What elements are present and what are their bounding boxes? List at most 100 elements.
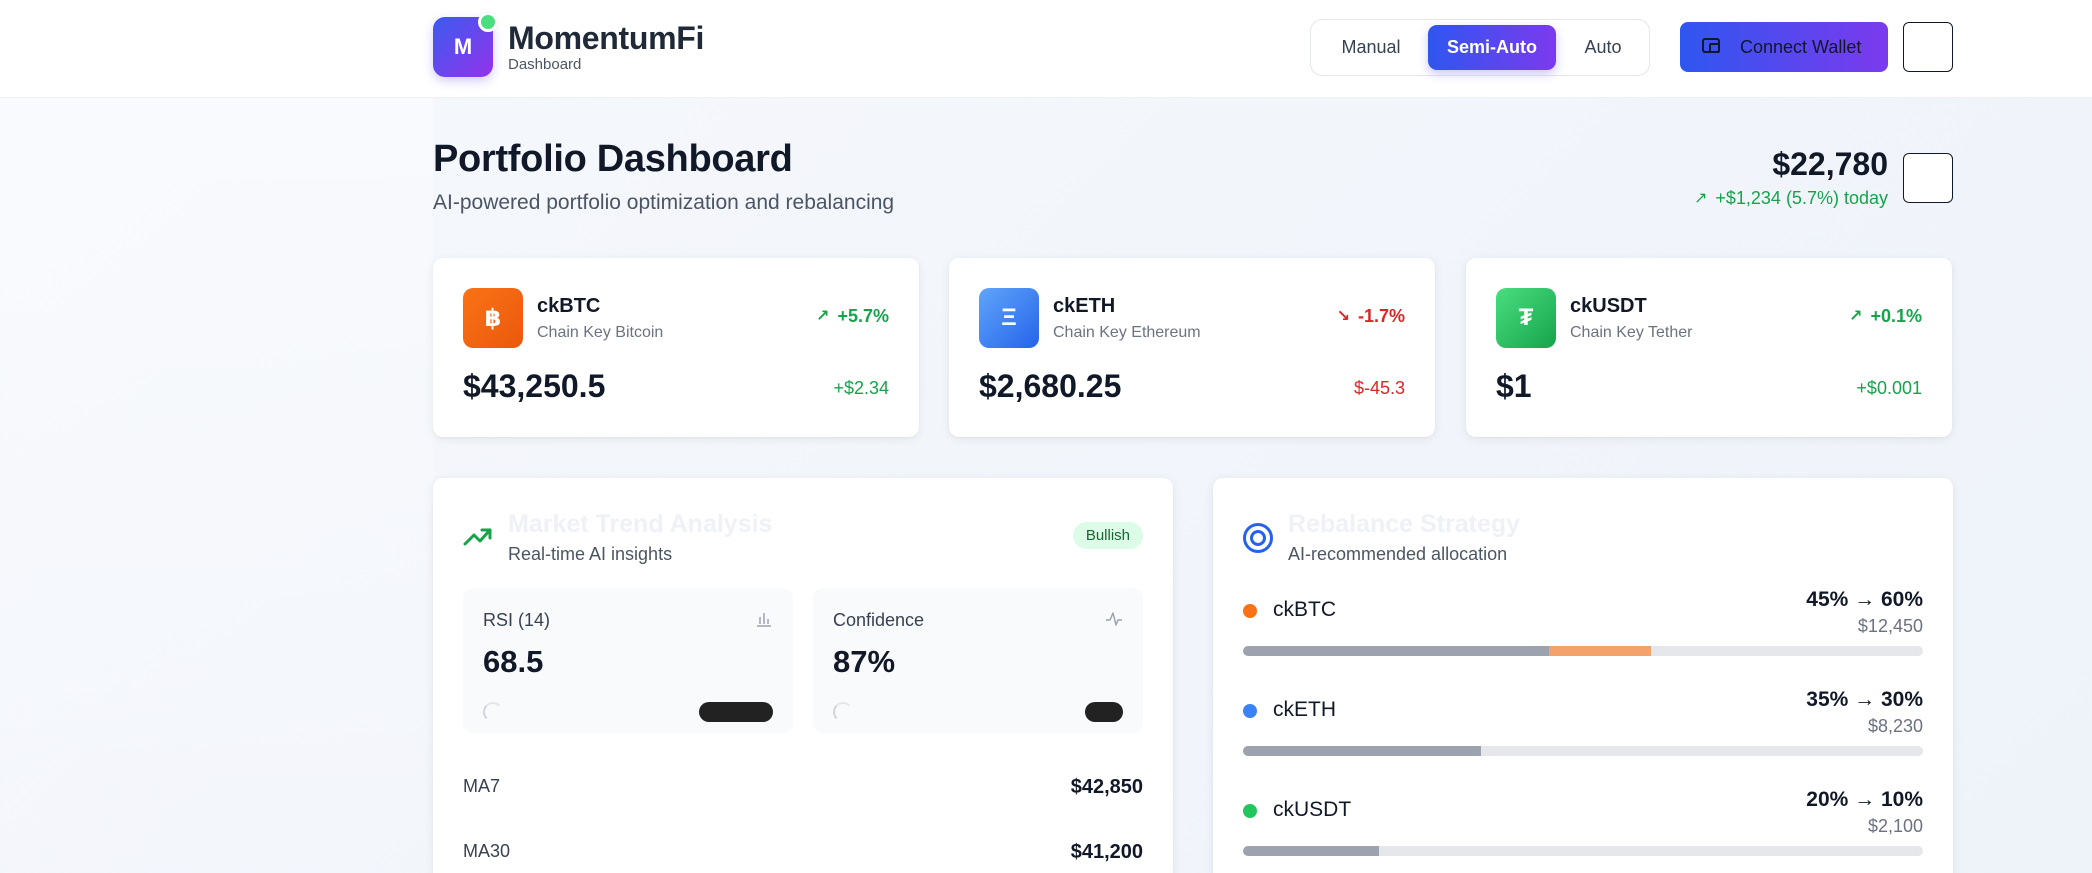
asset-color-dot xyxy=(1243,604,1257,618)
trend-up-icon: ↗ xyxy=(1849,307,1863,325)
background-fade xyxy=(0,98,433,873)
asset-change-percent-text: +0.1% xyxy=(1870,306,1922,326)
confidence-card: Confidence 87% xyxy=(813,588,1143,733)
asset-price: $43,250.5 xyxy=(463,368,606,404)
logo-letter: M xyxy=(453,34,473,59)
asset-color-dot xyxy=(1243,804,1257,818)
bitcoin-icon: ฿ xyxy=(463,288,523,348)
asset-change-percent: ↗ +0.1% xyxy=(1849,306,1922,327)
asset-change-percent-text: +5.7% xyxy=(837,306,889,326)
asset-change-percent: ↘ -1.7% xyxy=(1337,306,1405,327)
connect-wallet-label: Connect Wallet xyxy=(1740,36,1862,57)
allocation-amount: $2,100 xyxy=(1867,816,1923,836)
mode-semi-auto-button[interactable]: Semi-Auto xyxy=(1428,25,1556,70)
top-header: M MomentumFi Dashboard Manual Semi-Auto … xyxy=(0,0,2092,98)
rebalance-strategy-panel: Rebalance Strategy AI-recommended alloca… xyxy=(1213,478,1953,873)
ma7-label: MA7 xyxy=(463,776,501,796)
allocation-progress-track xyxy=(1243,746,1923,756)
asset-icon-glyph: ₮ xyxy=(1518,304,1534,331)
ma30-value: $41,200 xyxy=(1070,841,1143,863)
portfolio-change-text: +$1,234 (5.7%) today xyxy=(1715,188,1888,208)
asset-change-percent: ↗ +5.7% xyxy=(816,306,889,327)
brand-subtitle: Dashboard xyxy=(508,56,582,73)
asset-color-dot xyxy=(1243,704,1257,718)
status-dot xyxy=(478,12,498,32)
loading-spinner-icon xyxy=(833,702,853,722)
asset-full-name: Chain Key Ethereum xyxy=(1053,324,1201,341)
ethereum-icon: Ξ xyxy=(979,288,1039,348)
asset-price-delta: +$2.34 xyxy=(833,378,889,398)
allocation-change: 45% → 60% xyxy=(1806,588,1923,611)
trend-down-icon: ↘ xyxy=(1336,307,1350,325)
rsi-progress-bar xyxy=(699,702,773,722)
mode-manual-button[interactable]: Manual xyxy=(1317,25,1425,70)
trend-up-icon: ↗ xyxy=(816,307,830,325)
target-icon xyxy=(1243,523,1273,553)
asset-card-cketh[interactable]: Ξ ckETH Chain Key Ethereum ↘ -1.7% $2,68… xyxy=(949,258,1435,437)
bar-chart-icon xyxy=(757,613,771,627)
connect-wallet-button[interactable]: Connect Wallet xyxy=(1680,22,1888,72)
portfolio-total-value: $22,780 xyxy=(1772,146,1888,182)
asset-card-ckbtc[interactable]: ฿ ckBTC Chain Key Bitcoin ↗ +5.7% $43,25… xyxy=(433,258,919,437)
ma30-label: MA30 xyxy=(463,841,511,861)
asset-price: $1 xyxy=(1496,368,1532,404)
rebalance-title: Rebalance Strategy xyxy=(1288,510,1521,538)
ma7-row: MA7 $42,850 xyxy=(463,776,1143,806)
mode-toggle-group: Manual Semi-Auto Auto xyxy=(1310,19,1650,76)
allocation-current-fill xyxy=(1243,846,1379,856)
menu-button[interactable] xyxy=(1903,22,1953,72)
asset-symbol: ckBTC xyxy=(537,295,601,317)
allocation-row-cketh: ckETH 35% → 30% $8,230 xyxy=(1243,688,1923,778)
rsi-card: RSI (14) 68.5 xyxy=(463,588,793,733)
asset-price-delta: $-45.3 xyxy=(1353,378,1405,398)
asset-card-ckusdt[interactable]: ₮ ckUSDT Chain Key Tether ↗ +0.1% $1 +$0… xyxy=(1466,258,1952,437)
ma30-row: MA30 $41,200 xyxy=(463,841,1143,871)
brand-name: MomentumFi xyxy=(508,20,705,56)
allocation-asset-name: ckUSDT xyxy=(1273,798,1352,821)
tether-icon: ₮ xyxy=(1496,288,1556,348)
sentiment-badge: Bullish xyxy=(1072,522,1143,549)
allocation-change: 20% → 10% xyxy=(1806,788,1923,811)
asset-symbol: ckETH xyxy=(1053,295,1116,317)
rsi-value: 68.5 xyxy=(483,644,544,679)
asset-change-percent-text: -1.7% xyxy=(1357,306,1405,326)
portfolio-total-change: ↗ +$1,234 (5.7%) today xyxy=(1694,188,1888,209)
loading-spinner-icon xyxy=(483,702,503,722)
page-title: Portfolio Dashboard xyxy=(433,138,793,180)
refresh-button[interactable] xyxy=(1903,153,1953,203)
allocation-progress-track xyxy=(1243,646,1923,656)
allocation-progress-track xyxy=(1243,846,1923,856)
asset-price: $2,680.25 xyxy=(979,368,1122,404)
allocation-asset-name: ckBTC xyxy=(1273,598,1336,621)
allocation-change: 35% → 30% xyxy=(1806,688,1923,711)
confidence-label: Confidence xyxy=(833,610,925,630)
allocation-current-fill xyxy=(1243,646,1549,656)
trending-up-icon xyxy=(463,528,492,546)
asset-symbol: ckUSDT xyxy=(1570,295,1647,317)
activity-icon xyxy=(1106,612,1122,626)
asset-price-delta: +$0.001 xyxy=(1856,378,1922,398)
asset-icon-glyph: ฿ xyxy=(484,304,502,332)
confidence-progress-bar xyxy=(1085,702,1123,722)
page-subtitle: AI-powered portfolio optimization and re… xyxy=(433,191,895,214)
asset-full-name: Chain Key Tether xyxy=(1570,324,1693,341)
mode-auto-button[interactable]: Auto xyxy=(1561,25,1645,70)
market-trend-subtitle: Real-time AI insights xyxy=(508,544,673,564)
market-trend-title: Market Trend Analysis xyxy=(508,510,773,538)
asset-icon-glyph: Ξ xyxy=(1001,304,1017,331)
market-trend-panel: Market Trend Analysis Real-time AI insig… xyxy=(433,478,1173,873)
trend-up-icon: ↗ xyxy=(1693,189,1708,207)
allocation-target-fill xyxy=(1549,646,1651,656)
allocation-asset-name: ckETH xyxy=(1273,698,1336,721)
rebalance-subtitle: AI-recommended allocation xyxy=(1288,544,1508,564)
rsi-label: RSI (14) xyxy=(483,610,551,630)
allocation-row-ckusdt: ckUSDT 20% → 10% $2,100 xyxy=(1243,788,1923,873)
wallet-icon xyxy=(1702,38,1720,53)
allocation-amount: $8,230 xyxy=(1867,716,1923,736)
asset-full-name: Chain Key Bitcoin xyxy=(537,324,664,341)
allocation-amount: $12,450 xyxy=(1857,616,1923,636)
confidence-value: 87% xyxy=(833,644,896,679)
ma7-value: $42,850 xyxy=(1070,776,1143,798)
allocation-current-fill xyxy=(1243,746,1481,756)
allocation-row-ckbtc: ckBTC 45% → 60% $12,450 xyxy=(1243,588,1923,678)
